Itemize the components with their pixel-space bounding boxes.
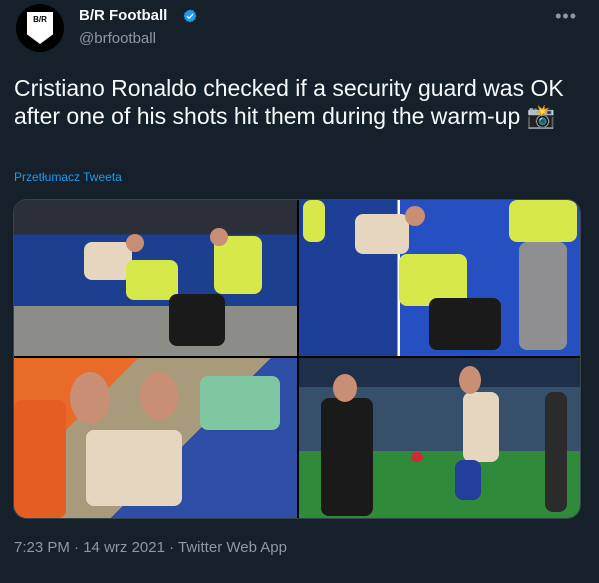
tweet-media-grid[interactable] <box>13 199 581 519</box>
more-options-icon[interactable]: ••• <box>555 6 577 27</box>
timestamp-separator-2: · <box>169 539 175 556</box>
avatar[interactable]: B/R <box>16 4 64 52</box>
timestamp-separator: · <box>74 539 80 556</box>
author-handle[interactable]: @brfootball <box>79 30 156 47</box>
brand-logo: B/R <box>27 12 53 44</box>
photo-1[interactable] <box>14 200 297 356</box>
tweet-time[interactable]: 7:23 PM <box>14 539 70 556</box>
tweet-source[interactable]: Twitter Web App <box>178 539 287 556</box>
verified-badge-icon <box>183 9 197 23</box>
author-name[interactable]: B/R Football <box>79 7 167 24</box>
tweet-text: Cristiano Ronaldo checked if a security … <box>14 75 564 129</box>
photo-2[interactable] <box>299 200 580 356</box>
tweet-date[interactable]: 14 wrz 2021 <box>83 539 165 556</box>
avatar-logo-text: B/R <box>33 15 47 24</box>
photo-3[interactable] <box>14 358 297 518</box>
tweet-timestamp[interactable]: 7:23 PM · 14 wrz 2021 · Twitter Web App <box>14 539 287 556</box>
translate-tweet-link[interactable]: Przetłumacz Tweeta <box>14 170 122 184</box>
photo-4[interactable] <box>299 358 580 518</box>
